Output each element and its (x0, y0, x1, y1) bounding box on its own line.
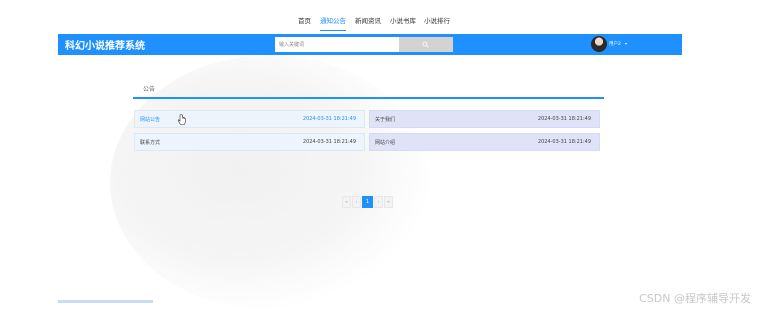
nav-item-home[interactable]: 首页 (298, 15, 311, 25)
notice-date: 2024-03-31 18:21:49 (537, 139, 591, 145)
search-button[interactable] (399, 37, 453, 52)
last-page-button[interactable]: » (384, 196, 393, 208)
notice-date: 2024-03-31 18:21:49 (537, 116, 591, 122)
notice-item[interactable]: 网站公告 2024-03-31 18:21:49 (134, 110, 365, 128)
header-bar: 科幻小说推荐系统 用户2 ▾ (58, 34, 682, 55)
next-page-button[interactable]: › (374, 196, 383, 208)
active-tab-indicator (320, 30, 346, 31)
notice-title[interactable]: 网站公告 (140, 116, 160, 123)
notice-item[interactable]: 关于我们 2024-03-31 18:21:49 (369, 110, 600, 128)
section-title: 公告 (143, 86, 156, 93)
section-divider (133, 97, 604, 99)
watermark: CSDN @程序辅导开发 (639, 292, 751, 305)
search-input[interactable] (275, 37, 399, 52)
search-icon (422, 41, 429, 48)
first-page-button[interactable]: « (342, 196, 351, 208)
notice-item[interactable]: 网站介绍 2024-03-31 18:21:49 (369, 133, 600, 151)
notice-title[interactable]: 关于我们 (375, 116, 395, 123)
notice-title[interactable]: 网站介绍 (375, 139, 395, 146)
avatar[interactable] (591, 36, 607, 52)
notice-date: 2024-03-31 18:21:49 (302, 116, 356, 122)
notice-title[interactable]: 联系方式 (140, 139, 160, 146)
nav-item-library[interactable]: 小说书库 (390, 15, 416, 25)
top-navigation: 首页 通知公告 新闻资讯 小说书库 小说排行 (0, 0, 759, 34)
notice-date: 2024-03-31 18:21:49 (302, 139, 356, 145)
site-title: 科幻小说推荐系统 (65, 41, 145, 52)
page-number-button[interactable]: 1 (362, 196, 373, 208)
nav-item-news[interactable]: 新闻资讯 (355, 15, 381, 25)
hand-cursor-icon (177, 114, 186, 125)
username[interactable]: 用户2 (609, 41, 621, 47)
nav-item-ranking[interactable]: 小说排行 (424, 15, 450, 25)
notice-item[interactable]: 联系方式 2024-03-31 18:21:49 (134, 133, 365, 151)
prev-page-button[interactable]: ‹ (352, 196, 361, 208)
chevron-down-icon[interactable]: ▾ (625, 41, 627, 46)
nav-item-notices[interactable]: 通知公告 (320, 15, 346, 25)
footer-strip (58, 300, 153, 303)
notice-panel: 公告 网站公告 2024-03-31 18:21:49 关于我们 2024-03… (133, 72, 604, 304)
